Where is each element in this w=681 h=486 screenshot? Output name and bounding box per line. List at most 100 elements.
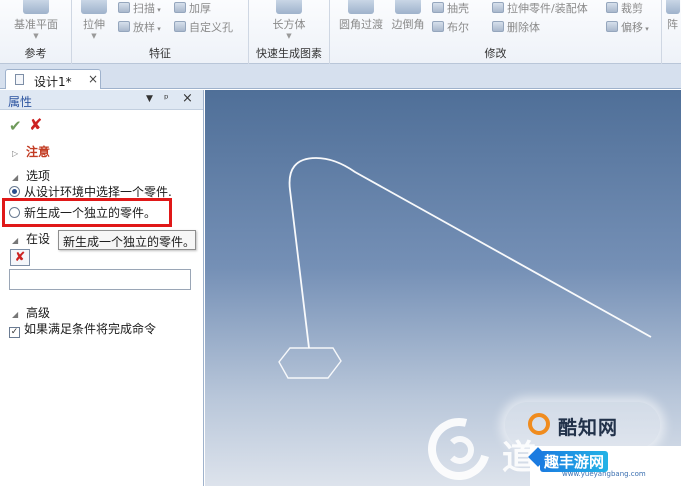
swirl-logo-inner-icon bbox=[446, 436, 474, 464]
sweep-icon bbox=[118, 2, 130, 13]
thicken-icon bbox=[174, 2, 186, 13]
thicken-button[interactable]: 加厚 bbox=[174, 1, 211, 16]
collapse-triangle-icon: ◢ bbox=[12, 173, 19, 182]
pattern-label: 阵 bbox=[667, 18, 678, 31]
extrude-part-label: 拉伸零件/装配体 bbox=[507, 2, 588, 15]
checkbox-checked[interactable]: ✓ bbox=[9, 327, 20, 338]
chevron-down-icon: ▼ bbox=[33, 32, 39, 40]
delete-selection-button[interactable]: ✘ bbox=[10, 249, 30, 266]
chamfer-label: 边倒角 bbox=[391, 18, 425, 31]
custom-hole-icon bbox=[174, 21, 186, 32]
cancel-x-icon[interactable]: ✘ bbox=[29, 115, 42, 134]
ribbon-group-title: 修改 bbox=[484, 47, 507, 60]
chevron-down-icon: ▼ bbox=[286, 32, 292, 40]
pattern-icon bbox=[665, 0, 680, 14]
collapse-triangle-icon: ◢ bbox=[12, 310, 19, 319]
section-notice[interactable]: ▷ 注意 bbox=[12, 143, 50, 160]
box-label: 长方体 bbox=[272, 18, 306, 31]
chevron-down-icon: ▼ bbox=[91, 32, 97, 40]
sweep-label: 扫描 bbox=[133, 2, 155, 15]
ribbon-group-quick-primitives: 长方体 ▼ 快速生成图素 bbox=[249, 0, 330, 64]
section-notice-label: 注意 bbox=[26, 145, 51, 159]
custom-hole-label: 自定义孔 bbox=[189, 21, 233, 34]
ribbon-group-reference: 基准平面 ▼ 参考 bbox=[0, 0, 72, 64]
boolean-icon bbox=[432, 21, 444, 32]
pattern-button[interactable]: 阵 bbox=[664, 0, 681, 32]
extrude-icon bbox=[81, 0, 107, 14]
ribbon-group-title: 参考 bbox=[24, 47, 47, 60]
selection-field[interactable] bbox=[9, 269, 191, 290]
expand-triangle-icon: ▷ bbox=[12, 149, 19, 158]
panel-menu-icon[interactable]: ▼ bbox=[146, 94, 153, 104]
watermark-cool-site: 酷知网 bbox=[558, 417, 619, 439]
shell-label: 抽壳 bbox=[447, 2, 469, 15]
ribbon-group-features: 拉伸 ▼ 扫描 ▾ 加厚 放样 ▾ 自定义孔 特征 bbox=[72, 0, 249, 64]
datum-plane-button[interactable]: 基准平面 ▼ bbox=[10, 0, 62, 40]
red-highlight-box bbox=[2, 198, 172, 227]
fillet-button[interactable]: 圆角过渡 bbox=[336, 0, 386, 32]
fillet-label: 圆角过渡 bbox=[339, 18, 383, 31]
extrude-label: 拉伸 bbox=[83, 18, 105, 31]
trim-button[interactable]: 裁剪 bbox=[606, 1, 643, 16]
chevron-down-icon: ▾ bbox=[155, 6, 161, 14]
extrude-part-button[interactable]: 拉伸零件/装配体 bbox=[492, 1, 588, 16]
close-icon[interactable]: × bbox=[88, 72, 98, 86]
custom-hole-button[interactable]: 自定义孔 bbox=[174, 20, 233, 35]
watermark-site-name: 趣丰游网 bbox=[540, 451, 609, 472]
panel-header: 属性 ▼ ᵖ × bbox=[0, 90, 203, 110]
radio-selected[interactable] bbox=[9, 186, 20, 197]
fillet-icon bbox=[348, 0, 374, 14]
thicken-label: 加厚 bbox=[189, 2, 211, 15]
shell-button[interactable]: 抽壳 bbox=[432, 1, 469, 16]
box-primitive-button[interactable]: 长方体 ▼ bbox=[263, 0, 315, 40]
section-advanced-label: 高级 bbox=[26, 306, 51, 320]
extrude-part-icon bbox=[492, 2, 504, 13]
section-advanced[interactable]: ◢ 高级 bbox=[12, 304, 50, 321]
datum-plane-label: 基准平面 bbox=[14, 18, 58, 31]
loft-icon bbox=[118, 21, 130, 32]
hexagon-profile bbox=[278, 347, 342, 379]
tab-label: 设计1* bbox=[34, 75, 72, 89]
trim-icon bbox=[606, 2, 618, 13]
section-options[interactable]: ◢ 选项 bbox=[12, 167, 50, 184]
close-icon[interactable]: × bbox=[182, 91, 193, 106]
finish-when-satisfied-option[interactable]: ✓ 如果满足条件将完成命令 bbox=[9, 320, 156, 338]
loft-label: 放样 bbox=[133, 21, 155, 34]
ribbon-group-pattern: 阵 bbox=[662, 0, 681, 64]
chamfer-button[interactable]: 边倒角 bbox=[388, 0, 428, 32]
loft-button[interactable]: 放样 ▾ bbox=[118, 20, 161, 35]
watermark-site-url: www.yueyangbang.com bbox=[562, 470, 646, 478]
chevron-down-icon: ▾ bbox=[155, 25, 161, 33]
properties-panel: 属性 ▼ ᵖ × ✔ ✘ ▷ 注意 ◢ 选项 从设计环境中选择一个零件. 新生成一个… bbox=[0, 90, 204, 486]
ribbon-group-modify: 圆角过渡 边倒角 抽壳 拉伸零件/装配体 裁剪 布尔 删除体 偏移 ▾ 修改 bbox=[330, 0, 662, 64]
ok-check-icon[interactable]: ✔ bbox=[9, 117, 22, 135]
ribbon: 基准平面 ▼ 参考 拉伸 ▼ 扫描 ▾ 加厚 放样 ▾ 自定义孔 特征 长方体 … bbox=[0, 0, 681, 64]
datum-plane-icon bbox=[23, 0, 49, 14]
sweep-path-curve bbox=[288, 157, 652, 349]
delete-body-label: 删除体 bbox=[507, 21, 540, 34]
option-label: 从设计环境中选择一个零件. bbox=[24, 185, 172, 199]
box-icon bbox=[276, 0, 302, 14]
delete-body-button[interactable]: 删除体 bbox=[492, 20, 540, 35]
tab-design1[interactable]: 设计1* × bbox=[5, 69, 101, 89]
shell-icon bbox=[432, 2, 444, 13]
extrude-button[interactable]: 拉伸 ▼ bbox=[76, 0, 112, 40]
tooltip: 新生成一个独立的零件。 bbox=[58, 230, 196, 250]
collapse-triangle-icon: ◢ bbox=[12, 236, 19, 245]
trim-label: 裁剪 bbox=[621, 2, 643, 15]
ribbon-group-title: 快速生成图素 bbox=[256, 47, 322, 60]
sweep-button[interactable]: 扫描 ▾ bbox=[118, 1, 161, 16]
boolean-button[interactable]: 布尔 bbox=[432, 20, 469, 35]
chamfer-icon bbox=[395, 0, 421, 14]
pin-icon[interactable]: ᵖ bbox=[164, 92, 169, 105]
offset-button[interactable]: 偏移 ▾ bbox=[606, 20, 649, 35]
section-in-design-label: 在设 bbox=[26, 232, 51, 246]
ribbon-group-title: 特征 bbox=[149, 47, 171, 60]
offset-icon bbox=[606, 21, 618, 32]
document-icon bbox=[15, 74, 24, 85]
offset-label: 偏移 bbox=[621, 21, 643, 34]
checkbox-label: 如果满足条件将完成命令 bbox=[24, 322, 157, 336]
panel-title: 属性 bbox=[8, 95, 33, 109]
section-in-design[interactable]: ◢ 在设 bbox=[12, 230, 50, 247]
delete-body-icon bbox=[492, 21, 504, 32]
